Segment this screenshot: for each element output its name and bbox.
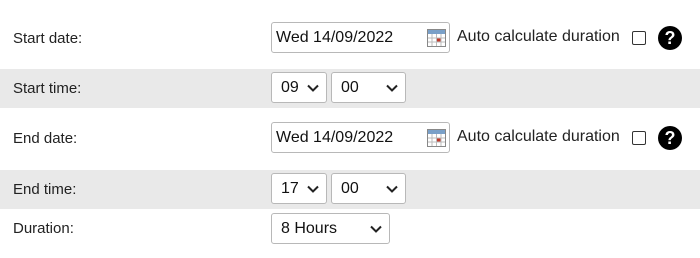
chevron-down-icon (386, 185, 398, 193)
end-date-value: Wed 14/09/2022 (276, 129, 394, 146)
end-time-row: End time: 17 00 (0, 170, 700, 209)
start-minute-value: 00 (341, 79, 359, 96)
end-auto-calc-checkbox[interactable] (632, 131, 646, 145)
end-auto-calc-label: Auto calculate duration (457, 128, 620, 145)
start-hour-select[interactable]: 09 (271, 72, 327, 103)
end-hour-select[interactable]: 17 (271, 173, 327, 204)
end-hour-value: 17 (281, 180, 299, 197)
end-date-row: End date: Wed 14/09/2022 Auto calculate … (0, 118, 700, 158)
start-date-label: Start date: (13, 30, 83, 47)
duration-value: 8 Hours (281, 220, 338, 237)
end-minute-value: 00 (341, 180, 359, 197)
start-time-row: Start time: 09 00 (0, 69, 700, 108)
help-icon[interactable]: ? (658, 26, 682, 50)
start-auto-calc-checkbox[interactable] (632, 31, 646, 45)
start-auto-calc-label: Auto calculate duration (457, 28, 620, 45)
chevron-down-icon (370, 225, 382, 233)
start-hour-value: 09 (281, 79, 299, 96)
chevron-down-icon (386, 84, 398, 92)
end-date-label: End date: (13, 130, 78, 147)
end-date-input[interactable]: Wed 14/09/2022 (271, 122, 450, 153)
calendar-icon[interactable] (427, 29, 446, 47)
start-date-value: Wed 14/09/2022 (276, 29, 394, 46)
help-icon[interactable]: ? (658, 126, 682, 150)
chevron-down-icon (307, 84, 319, 92)
chevron-down-icon (307, 185, 319, 193)
start-time-label: Start time: (13, 80, 82, 97)
calendar-icon[interactable] (427, 129, 446, 147)
duration-select[interactable]: 8 Hours (271, 213, 390, 244)
duration-row: Duration: 8 Hours (0, 210, 700, 250)
start-date-input[interactable]: Wed 14/09/2022 (271, 22, 450, 53)
end-time-label: End time: (13, 181, 77, 198)
duration-label: Duration: (13, 220, 74, 237)
start-date-row: Start date: Wed 14/09/2022 Auto calculat… (0, 18, 700, 58)
end-minute-select[interactable]: 00 (331, 173, 406, 204)
start-minute-select[interactable]: 00 (331, 72, 406, 103)
